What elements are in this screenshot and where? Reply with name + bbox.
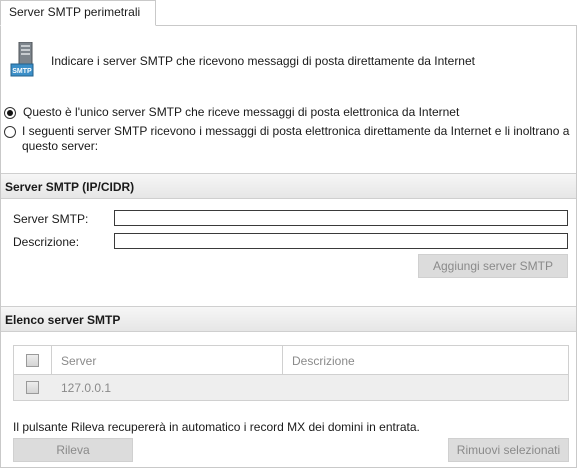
radio-label-following-servers: I seguenti server SMTP ricevono i messag… — [22, 124, 570, 153]
table-row[interactable]: 127.0.0.1 — [14, 375, 568, 400]
smtp-server-icon: SMTP — [10, 42, 34, 77]
description-input[interactable] — [114, 233, 568, 249]
smtp-icon-label: SMTP — [12, 68, 32, 75]
radio-following-servers[interactable]: I seguenti server SMTP ricevono i messag… — [4, 124, 574, 154]
row-checkbox[interactable] — [26, 381, 39, 394]
section-header-server-smtp: Server SMTP (IP/CIDR) — [1, 173, 576, 199]
add-smtp-server-button[interactable]: Aggiungi server SMTP — [418, 254, 568, 278]
column-header-description[interactable]: Descrizione — [292, 354, 355, 368]
column-header-server[interactable]: Server — [61, 354, 96, 368]
radio-button-checked[interactable] — [4, 107, 16, 119]
detect-note: Il pulsante Rileva recupererà in automat… — [13, 420, 420, 434]
column-separator — [51, 346, 52, 375]
tab-bar: Server SMTP perimetrali — [0, 0, 577, 26]
intro-text: Indicare i server SMTP che ricevono mess… — [51, 54, 475, 68]
remove-selected-button[interactable]: Rimuovi selezionati — [448, 438, 569, 462]
list-header: Server Descrizione — [14, 346, 568, 375]
column-separator — [282, 346, 283, 375]
radio-label-only-server: Questo è l'unico server SMTP che riceve … — [23, 105, 460, 119]
smtp-server-list: Server Descrizione 127.0.0.1 — [13, 345, 569, 401]
radio-button-unchecked[interactable] — [4, 126, 16, 138]
intro-banner: SMTP Indicare i server SMTP che ricevono… — [8, 42, 568, 80]
server-smtp-input[interactable] — [114, 210, 568, 226]
tab-server-smtp-perimetrali[interactable]: Server SMTP perimetrali — [0, 0, 156, 26]
select-all-checkbox[interactable] — [26, 354, 39, 367]
row-server: 127.0.0.1 — [61, 381, 112, 395]
server-smtp-label: Server SMTP: — [13, 212, 89, 226]
detect-button[interactable]: Rileva — [13, 438, 133, 462]
description-label: Descrizione: — [13, 235, 80, 249]
radio-only-server[interactable]: Questo è l'unico server SMTP che riceve … — [4, 105, 459, 120]
section-header-smtp-list: Elenco server SMTP — [1, 306, 576, 332]
